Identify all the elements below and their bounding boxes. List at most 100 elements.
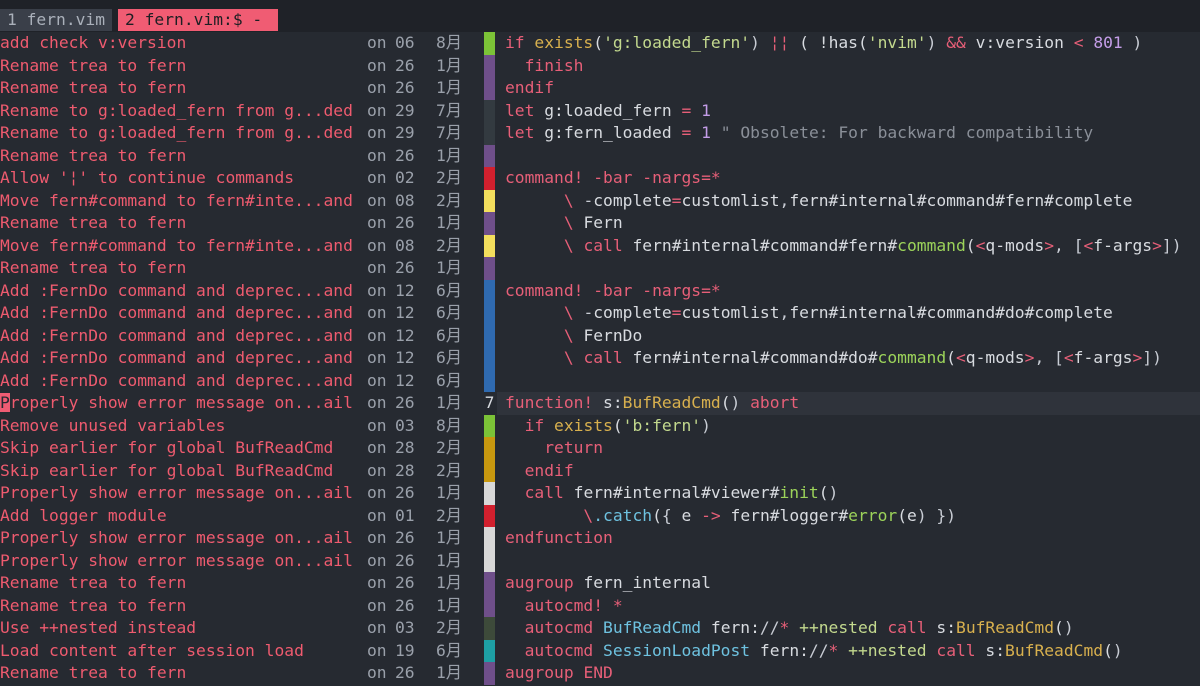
blame-on: on xyxy=(367,100,387,120)
blame-row[interactable]: Load content after session load on 19 6月 xyxy=(0,640,483,663)
blame-row[interactable]: Skip earlier for global BufReadCmd on 28 2月 xyxy=(0,437,483,460)
commit-color-stripe xyxy=(484,122,495,145)
code-line[interactable]: \ -complete=customlist,fern#internal#com… xyxy=(497,302,1200,325)
tabline: 1 fern.vim 2 fern.vim:$ - xyxy=(0,0,1200,32)
tab-2-active[interactable]: 2 fern.vim:$ - xyxy=(118,9,278,31)
blame-row[interactable]: Allow '¦' to continue commands on 02 2月 xyxy=(0,167,483,190)
blame-row[interactable]: Rename trea to fern on 26 1月 xyxy=(0,572,483,595)
code-line[interactable]: if exists('g:loaded_fern') ¦¦ ( !has('nv… xyxy=(497,32,1200,55)
code-line[interactable]: return xyxy=(497,437,1200,460)
blame-day: 26 xyxy=(395,528,415,547)
code-line[interactable]: command! -bar -nargs=* xyxy=(497,167,1200,190)
blame-on: on xyxy=(367,483,387,502)
blame-on: on xyxy=(367,550,387,570)
code-line[interactable]: \ call fern#internal#command#fern#comman… xyxy=(497,235,1200,258)
code-line[interactable]: call fern#internal#viewer#init() xyxy=(497,482,1200,505)
code-line[interactable]: autocmd! * xyxy=(497,595,1200,618)
commit-message: Add :FernDo command and deprec...and xyxy=(0,348,353,367)
blame-row[interactable]: Rename trea to fern on 26 1月 xyxy=(0,662,483,685)
commit-color-stripe xyxy=(484,257,495,280)
blame-pane[interactable]: add check v:version on 06 8月 Rename trea to … xyxy=(0,32,483,686)
blame-row[interactable]: Properly show error message on...ail on 26… xyxy=(0,482,483,505)
blame-day: 12 xyxy=(395,303,415,322)
blame-on: on xyxy=(367,280,387,300)
blame-day: 12 xyxy=(395,370,415,390)
blame-row[interactable]: Rename to g:loaded_fern from g...ded on 29… xyxy=(0,100,483,123)
commit-message: Rename trea to fern xyxy=(0,213,187,232)
blame-row[interactable]: Add :FernDo command and deprec...and on 12… xyxy=(0,347,483,370)
code-line[interactable]: let g:fern_loaded = 1 " Obsolete: For ba… xyxy=(497,122,1200,145)
blame-month: 2月 xyxy=(436,618,463,637)
code-line[interactable]: if exists('b:fern') xyxy=(497,415,1200,438)
blame-day: 12 xyxy=(395,348,415,367)
code-line[interactable]: endif xyxy=(497,77,1200,100)
blame-day: 03 xyxy=(395,415,415,435)
blame-row[interactable]: Move fern#command to fern#inte...and on 08… xyxy=(0,190,483,213)
blame-row[interactable]: Add :FernDo command and deprec...and on 12… xyxy=(0,370,483,393)
blame-row[interactable]: Rename trea to fern on 26 1月 xyxy=(0,595,483,618)
code-line-current[interactable]: function! s:BufReadCmd() abort xyxy=(497,392,1200,415)
code-line[interactable]: autocmd BufReadCmd fern://* ++nested cal… xyxy=(497,617,1200,640)
blame-row[interactable]: Add :FernDo command and deprec...and on 12… xyxy=(0,325,483,348)
blame-on: on xyxy=(367,595,387,615)
code-line[interactable]: \ Fern xyxy=(497,212,1200,235)
commit-message: Allow '¦' to continue commands xyxy=(0,168,295,187)
commit-message: Use ++nested instead xyxy=(0,618,197,637)
blame-row[interactable]: Rename trea to fern on 26 1月 xyxy=(0,257,483,280)
blame-row[interactable]: Move fern#command to fern#inte...and on 08… xyxy=(0,235,483,258)
blame-row[interactable]: add check v:version on 06 8月 xyxy=(0,32,483,55)
blame-row[interactable]: Rename trea to fern on 26 1月 xyxy=(0,212,483,235)
blame-row[interactable]: Skip earlier for global BufReadCmd on 28 2月 xyxy=(0,460,483,483)
code-line[interactable]: \ FernDo xyxy=(497,325,1200,348)
commit-color-stripe xyxy=(484,54,495,77)
blame-month: 6月 xyxy=(436,280,463,300)
blame-row[interactable]: Add :FernDo command and deprec...and on 12… xyxy=(0,302,483,325)
blame-row[interactable]: Remove unused variables on 03 8月 xyxy=(0,415,483,438)
code-line[interactable]: \ call fern#internal#command#do#command(… xyxy=(497,347,1200,370)
blame-row[interactable]: Use ++nested instead on 03 2月 xyxy=(0,617,483,640)
commit-color-stripe xyxy=(484,482,495,505)
blame-month: 8月 xyxy=(436,33,463,52)
blame-on: on xyxy=(367,438,387,457)
code-line[interactable]: finish xyxy=(497,55,1200,78)
blame-day: 26 xyxy=(395,145,415,165)
blame-row[interactable]: Properly show error message on...ail on 26… xyxy=(0,550,483,573)
blame-on: on xyxy=(367,573,387,592)
code-line[interactable] xyxy=(497,370,1200,393)
blame-row[interactable]: Rename trea to fern on 26 1月 xyxy=(0,145,483,168)
blame-month: 1月 xyxy=(436,573,463,592)
code-line[interactable]: augroup END xyxy=(497,662,1200,685)
code-line[interactable]: let g:loaded_fern = 1 xyxy=(497,100,1200,123)
code-line[interactable] xyxy=(497,145,1200,168)
code-line[interactable]: \.catch({ e -> fern#logger#error(e) }) xyxy=(497,505,1200,528)
blame-row[interactable]: Properly show error message on...ail on 26… xyxy=(0,392,483,415)
code-line[interactable]: autocmd SessionLoadPost fern://* ++neste… xyxy=(497,640,1200,663)
cursor: P xyxy=(0,393,10,412)
code-line[interactable]: command! -bar -nargs=* xyxy=(497,280,1200,303)
code-pane[interactable]: if exists('g:loaded_fern') ¦¦ ( !has('nv… xyxy=(497,32,1200,686)
blame-row[interactable]: Rename trea to fern on 26 1月 xyxy=(0,55,483,78)
blame-row[interactable]: Add :FernDo command and deprec...and on 12… xyxy=(0,280,483,303)
blame-day: 29 xyxy=(395,100,415,120)
blame-month: 6月 xyxy=(436,370,463,390)
commit-color-stripe xyxy=(484,32,495,55)
blame-row[interactable]: Rename to g:loaded_fern from g...ded on 29… xyxy=(0,122,483,145)
commit-message: Add :FernDo command and deprec...and xyxy=(0,325,353,345)
blame-row[interactable]: Rename trea to fern on 26 1月 xyxy=(0,77,483,100)
blame-day: 08 xyxy=(395,190,415,210)
code-line[interactable] xyxy=(497,550,1200,573)
code-line[interactable] xyxy=(497,257,1200,280)
code-line[interactable]: augroup fern_internal xyxy=(497,572,1200,595)
commit-message: Rename trea to fern xyxy=(0,573,187,592)
blame-row[interactable]: Add logger module on 01 2月 xyxy=(0,505,483,528)
code-line[interactable]: endfunction xyxy=(497,527,1200,550)
commit-color-stripe xyxy=(484,302,495,325)
blame-on: on xyxy=(367,190,387,210)
blame-month: 6月 xyxy=(436,303,463,322)
tab-1[interactable]: 1 fern.vim xyxy=(0,9,113,31)
blame-day: 26 xyxy=(395,573,415,592)
commit-message: Rename trea to fern xyxy=(0,663,187,682)
code-line[interactable]: \ -complete=customlist,fern#internal#com… xyxy=(497,190,1200,213)
code-line[interactable]: endif xyxy=(497,460,1200,483)
blame-row[interactable]: Properly show error message on...ail on 26… xyxy=(0,527,483,550)
